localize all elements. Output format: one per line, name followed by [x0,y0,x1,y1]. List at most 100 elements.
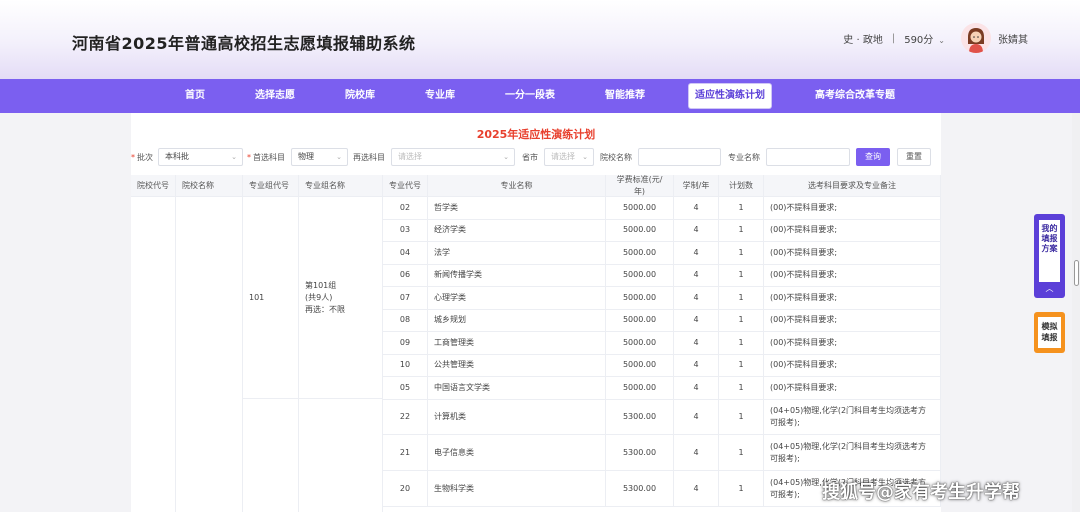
filter-bar: * 批次 本科批 ⌄ * 首选科目 物理 ⌄ 再选科目 请选择 ⌄ 省市 请选择 ⌄ 院校名… [131,148,941,166]
fee-cell: 5300.00 [606,435,674,471]
subject-combo: 史 · 政地 [843,34,883,46]
note-cell: (00)不提科目要求; [764,287,941,310]
table-row: 20 生物科学类 5300.00 4 1 (04+05)物理,化学(2门科目考生均须选考方… [131,471,941,507]
table-row: 09 工商管理类 5000.00 4 1 (00)不提科目要求; [131,332,941,355]
fee-cell: 5000.00 [606,219,674,242]
page-title: 2025年适应性演练计划 [476,128,596,141]
note-cell: (00)不提科目要求; [764,354,941,377]
query-button[interactable]: 查询 [856,148,890,166]
main-nav: 首页 选择志愿 院校库 专业库 一分一段表 智能推荐 适应性演练计划 高考综合改… [0,79,1080,113]
plan-count-cell: 1 [719,354,764,377]
plan-count-cell: 1 [719,219,764,242]
major-code-cell: 21 [383,435,428,471]
nav-item-schools[interactable]: 院校库 [339,84,381,108]
nav-item-majors[interactable]: 专业库 [419,84,461,108]
plan-count-cell: 1 [719,242,764,265]
chevron-down-icon: ⌄ [938,35,945,45]
major-name-input[interactable] [766,148,850,166]
my-plan-tab[interactable]: 我的填报方案 ︿ [1034,214,1065,298]
nav-item-choose[interactable]: 选择志愿 [249,84,301,108]
major-name-label: 专业名称 [728,153,760,162]
note-cell: (00)不提科目要求; [764,377,941,400]
major-name-cell: 法学 [428,242,606,265]
table-row: 03 经济学类 5000.00 4 1 (00)不提科目要求; [131,219,941,242]
header-major-code: 专业代号 [383,175,428,197]
fee-cell: 5000.00 [606,309,674,332]
years-cell: 4 [674,287,719,310]
major-name-cell: 心理学类 [428,287,606,310]
scrollbar-thumb[interactable] [1074,260,1079,286]
table-row: 07 心理学类 5000.00 4 1 (00)不提科目要求; [131,287,941,310]
note-cell: (04+05)物理,化学(2门科目考生均须选考方可报考); [764,399,941,435]
nav-item-recommend[interactable]: 智能推荐 [599,84,651,108]
primary-subject-value: 物理 [298,152,314,161]
score-value: 590分 [904,34,934,46]
school-name-label: 院校名称 [600,153,632,162]
major-code-cell: 07 [383,287,428,310]
header-fee: 学费标准(元/年) [606,175,674,197]
chevron-down-icon: ⌄ [231,153,237,161]
school-name-input[interactable] [638,148,721,166]
batch-label-text: 批次 [137,153,153,162]
major-code-cell: 04 [383,242,428,265]
note-cell: (00)不提科目要求; [764,219,941,242]
years-cell: 4 [674,309,719,332]
simulate-fill-tab[interactable]: 模拟填报 [1034,312,1065,353]
plan-count-cell: 1 [719,264,764,287]
score-dropdown[interactable]: 590分 ⌄ [904,31,945,46]
major-name-cell: 哲学类 [428,197,606,220]
major-name-cell: 城乡规划 [428,309,606,332]
nav-item-reform[interactable]: 高考综合改革专题 [809,84,901,108]
years-cell: 4 [674,471,719,507]
header-school-code: 院校代号 [131,175,176,197]
table-row: 05 中国语言文学类 5000.00 4 1 (00)不提科目要求; [131,377,941,400]
major-name-cell: 电子信息类 [428,435,606,471]
simulate-fill-label: 模拟填报 [1038,317,1061,348]
plan-count-cell: 1 [719,435,764,471]
province-select[interactable]: 请选择 ⌄ [544,148,594,166]
fee-cell: 5000.00 [606,242,674,265]
nav-item-score-table[interactable]: 一分一段表 [499,84,561,108]
main-panel: 2025年适应性演练计划 * 批次 本科批 ⌄ * 首选科目 物理 ⌄ 再选科目 请选择… [131,113,941,512]
table-row: 21 电子信息类 5300.00 4 1 (04+05)物理,化学(2门科目考生均须选考方… [131,435,941,471]
fee-cell: 5000.00 [606,197,674,220]
primary-subject-select[interactable]: 物理 ⌄ [291,148,348,166]
years-cell: 4 [674,399,719,435]
secondary-subject-placeholder: 请选择 [398,152,422,161]
header-group-name: 专业组名称 [299,175,383,197]
system-title: 河南省2025年普通高校招生志愿填报辅助系统 [72,34,416,53]
years-cell: 4 [674,264,719,287]
major-name-cell: 经济学类 [428,219,606,242]
major-code-cell: 06 [383,264,428,287]
major-name-cell: 生物科学类 [428,471,606,507]
note-cell: (00)不提科目要求; [764,242,941,265]
nav-item-drill-plan[interactable]: 适应性演练计划 [689,84,771,108]
nav-item-home[interactable]: 首页 [179,84,211,108]
province-label: 省市 [522,153,538,162]
plan-count-cell: 1 [719,377,764,400]
major-code-cell: 10 [383,354,428,377]
major-name-cell: 计算机类 [428,399,606,435]
secondary-subject-select[interactable]: 请选择 ⌄ [391,148,515,166]
reset-button[interactable]: 重置 [897,148,931,166]
primary-subject-label: * 首选科目 [247,152,285,163]
required-mark: * [247,153,251,162]
scrollbar-track[interactable] [1072,113,1080,512]
note-cell: (00)不提科目要求; [764,332,941,355]
table-row: 22 计算机类 5300.00 4 1 (04+05)物理,化学(2门科目考生均须选考方可… [131,399,941,435]
avatar[interactable] [961,23,991,53]
fee-cell: 5000.00 [606,332,674,355]
separator: | [891,32,896,44]
header-group-code: 专业组代号 [243,175,299,197]
fee-cell: 5300.00 [606,471,674,507]
required-mark: * [131,153,135,162]
major-code-cell: 20 [383,471,428,507]
major-code-cell: 08 [383,309,428,332]
batch-select[interactable]: 本科批 ⌄ [158,148,243,166]
years-cell: 4 [674,435,719,471]
username: 张婧其 [998,34,1028,46]
table-row: 04 法学 5000.00 4 1 (00)不提科目要求; [131,242,941,265]
user-area: 史 · 政地 | 590分 ⌄ 张婧其 [843,22,1028,54]
major-code-cell: 03 [383,219,428,242]
my-plan-label: 我的填报方案 [1039,220,1060,282]
